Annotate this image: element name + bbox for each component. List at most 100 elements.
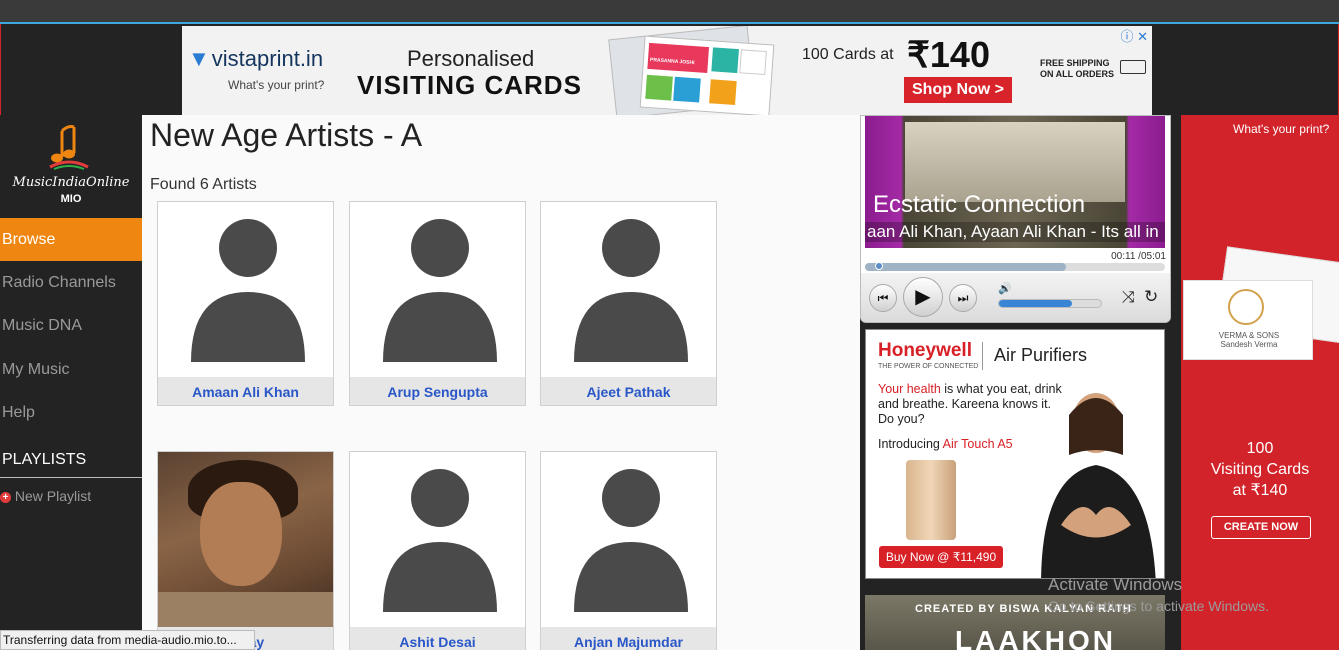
card-front: PRASANNA JOSHI [639, 35, 775, 115]
ad-close-icon[interactable]: ⓘ ✕ [1120, 26, 1148, 45]
card-name: PRASANNA JOSHI [649, 56, 695, 67]
artist-placeholder [350, 452, 525, 627]
artist-name[interactable]: Amaan Ali Khan [158, 377, 333, 405]
honeywell-copy-red: Your health [878, 382, 941, 396]
artist-card[interactable]: Arup Sengupta [349, 201, 526, 406]
next-track-button[interactable]: ⏭ [949, 284, 977, 312]
right-ad-line1: 100 [1246, 440, 1274, 457]
card-tile-chat [673, 76, 701, 103]
person-placeholder-icon [383, 219, 497, 362]
playlists-heading: PLAYLISTS [0, 444, 142, 478]
artist-placeholder [158, 202, 333, 377]
nav-help[interactable]: Help [0, 391, 142, 434]
honeywell-intro: Introducing Air Touch A5 [878, 437, 1013, 451]
honeywell-intro-product: Air Touch A5 [942, 437, 1013, 451]
seek-handle[interactable] [875, 262, 883, 270]
repeat-icon[interactable]: ↻ [1144, 287, 1158, 307]
shuffle-icon[interactable]: ⤨ [1122, 289, 1135, 307]
nav-music-dna[interactable]: Music DNA [0, 304, 142, 347]
artist-count: Found 6 Artists [150, 176, 257, 193]
artist-name[interactable]: Ajeet Pathak [541, 377, 716, 405]
free-shipping-text: FREE SHIPPING ON ALL ORDERS [1040, 58, 1120, 80]
right-ad-card-person: Sandesh Verma [1220, 340, 1278, 349]
ad-headline-2: VISITING CARDS [357, 70, 582, 100]
shop-now-button[interactable]: Shop Now > [904, 77, 1012, 103]
artist-placeholder [541, 452, 716, 627]
air-purifier-image [906, 460, 956, 540]
logo-text: MusicIndiaOnline [12, 175, 130, 190]
right-ad-card-company: VERMA & SONS [1218, 331, 1280, 340]
honeywell-product: Air Purifiers [994, 345, 1088, 365]
artist-name[interactable]: Arup Sengupta [350, 377, 525, 405]
ad-headline-1: Personalised [407, 46, 535, 71]
volume-slider[interactable] [998, 299, 1102, 308]
artist-name[interactable]: Anjan Majumdar [541, 627, 716, 650]
site-logo[interactable]: MusicIndiaOnline MIO [0, 115, 142, 218]
honeywell-sub: THE POWER OF CONNECTED [878, 363, 979, 370]
music-notes-icon [49, 125, 89, 170]
vistaprint-chevron-icon: ▼ [188, 46, 210, 71]
vistaprint-brand: vistaprint.in [211, 46, 324, 71]
windows-watermark-title: Activate Windows [1048, 575, 1183, 594]
person-placeholder-icon [574, 469, 688, 612]
card-tile-phone [645, 74, 673, 101]
seek-bar-fill [865, 263, 1066, 271]
artist-name[interactable]: Ashit Desai [350, 627, 525, 650]
artist-card[interactable]: k Ray [157, 451, 334, 650]
artist-card[interactable]: Ajeet Pathak [540, 201, 717, 406]
free-shipping-line1: FREE SHIPPING [1040, 58, 1110, 68]
previous-track-button[interactable]: ⏮ [869, 284, 897, 312]
seek-bar[interactable] [865, 262, 1165, 271]
create-now-button[interactable]: CREATE NOW [1211, 516, 1311, 539]
buy-now-button[interactable]: Buy Now @ ₹11,490 [879, 546, 1003, 568]
right-ad-tagline: What's your print? [1233, 122, 1330, 136]
nav-browse[interactable]: Browse [0, 218, 142, 261]
new-playlist-label: New Playlist [14, 488, 92, 504]
right-ad-card-name: VERMA & SONS Sandesh Verma [1184, 331, 1314, 349]
vistaprint-logo: ▼vistaprint.in [188, 46, 323, 72]
right-ad-line3: at ₹140 [1232, 482, 1288, 499]
lower-ad-title: LAAKHON [955, 625, 1116, 650]
artist-photo [158, 452, 333, 627]
music-player: Ecstatic Connection aan Ali Khan, Ayaan … [860, 115, 1171, 323]
honeywell-ad[interactable]: Honeywell THE POWER OF CONNECTED Air Pur… [865, 329, 1165, 579]
plus-icon: + [0, 492, 11, 503]
play-button[interactable]: ▶ [903, 277, 943, 317]
person-placeholder-icon [383, 469, 497, 612]
model-image [1041, 393, 1156, 578]
top-banner-ad[interactable]: ▼vistaprint.in What's your print? Person… [182, 26, 1152, 115]
honeywell-intro-label: Introducing [878, 437, 940, 451]
right-ad-line2: Visiting Cards [1210, 461, 1310, 478]
nav-my-music[interactable]: My Music [0, 348, 142, 391]
player-controls: ⏮ ▶ ⏭ 🔊 ⤨ ↻ [861, 273, 1170, 322]
page-title: New Age Artists - A [150, 117, 423, 153]
ad-price-label: 100 Cards at [802, 46, 894, 63]
card-tile-text [739, 49, 767, 76]
artist-card[interactable]: Anjan Majumdar [540, 451, 717, 650]
track-time: 00:11 /05:01 [1111, 251, 1166, 262]
card-tile-globe [709, 79, 737, 106]
artist-card[interactable]: Amaan Ali Khan [157, 201, 334, 406]
honeywell-logo: Honeywell [878, 340, 972, 361]
new-playlist-link[interactable]: + New Playlist [0, 488, 142, 504]
person-placeholder-icon [191, 219, 305, 362]
track-title: Ecstatic Connection [873, 191, 1086, 218]
album-photo [905, 122, 1125, 202]
artist-card[interactable]: Ashit Desai [349, 451, 526, 650]
honeywell-divider [982, 342, 983, 370]
album-art: Ecstatic Connection aan Ali Khan, Ayaan … [865, 116, 1165, 248]
artist-placeholder [350, 202, 525, 377]
volume-icon[interactable]: 🔊 [998, 282, 1012, 295]
ad-price: ₹140 [907, 34, 990, 75]
right-side-ad[interactable]: What's your print? VERMA & SONS Sandesh … [1181, 115, 1339, 650]
nav-radio-channels[interactable]: Radio Channels [0, 261, 142, 304]
browser-status-bar: Transferring data from media-audio.mio.t… [0, 630, 255, 650]
card-emblem-icon [1228, 289, 1264, 325]
card-tile-home [711, 47, 739, 74]
main-content: New Age Artists - A Found 6 Artists Amaa… [142, 115, 860, 650]
right-ad-card-front: VERMA & SONS Sandesh Verma [1183, 280, 1313, 360]
right-ad-text: 100 Visiting Cards at ₹140 [1181, 438, 1339, 501]
person-placeholder-icon [574, 219, 688, 362]
vistaprint-tagline: What's your print? [228, 78, 325, 92]
card-name-block: PRASANNA JOSHI [647, 42, 710, 74]
